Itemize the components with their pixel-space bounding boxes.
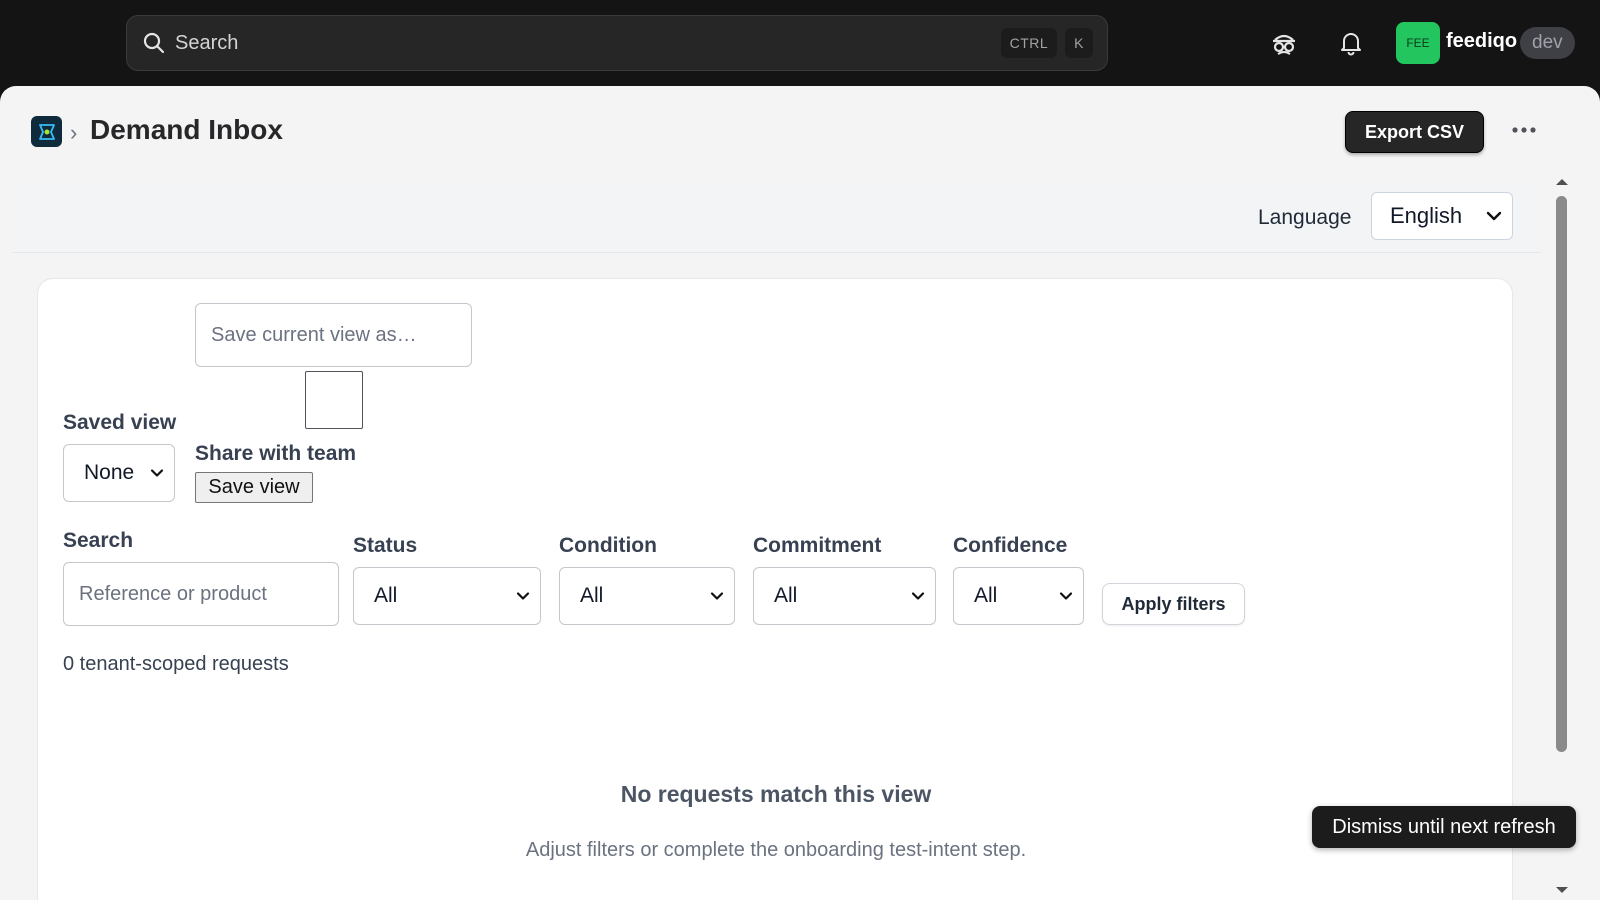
language-select[interactable]: English <box>1371 192 1513 240</box>
scrollbar-thumb[interactable] <box>1556 196 1567 752</box>
scroll-content: Language English Save current view as… S… <box>13 181 1541 900</box>
language-selected-value: English <box>1390 203 1463 228</box>
chevron-down-icon <box>911 592 925 601</box>
commitment-selected-value: All <box>774 584 798 607</box>
empty-state-title: No requests match this view <box>620 781 932 807</box>
share-with-team-checkbox[interactable] <box>305 371 363 429</box>
demand-card: Save current view as… Saved view None Sh… <box>37 278 1513 900</box>
apply-filters-button[interactable]: Apply filters <box>1102 583 1245 625</box>
save-view-name-input[interactable]: Save current view as… <box>195 303 472 367</box>
page-title: Demand Inbox <box>90 114 283 145</box>
bell-icon[interactable] <box>1334 26 1368 60</box>
request-count: 0 tenant-scoped requests <box>63 653 289 675</box>
language-label: Language <box>1258 206 1352 229</box>
commitment-select[interactable]: All <box>753 567 936 625</box>
chevron-down-icon <box>150 469 164 478</box>
env-badge: dev <box>1520 27 1575 59</box>
ellipsis-icon[interactable] <box>1510 116 1538 144</box>
incognito-icon[interactable] <box>1267 26 1301 60</box>
vertical-scrollbar[interactable] <box>1551 174 1575 900</box>
share-with-team-label: Share with team <box>195 442 357 465</box>
confidence-selected-value: All <box>974 584 998 607</box>
dismiss-toast[interactable]: Dismiss until next refresh <box>1312 806 1576 848</box>
org-name[interactable]: feediqo <box>1446 30 1517 53</box>
chevron-down-icon <box>1059 592 1073 601</box>
condition-label: Condition <box>559 534 657 557</box>
save-view-button[interactable]: Save view <box>195 472 313 503</box>
avatar[interactable]: FEE <box>1396 22 1440 64</box>
confidence-label: Confidence <box>953 534 1068 557</box>
search-label: Search <box>63 529 134 552</box>
status-label: Status <box>353 534 418 557</box>
global-search-bar[interactable]: Search CTRL K <box>126 15 1108 71</box>
chevron-down-icon <box>516 592 530 601</box>
shortcut-key-ctrl: CTRL <box>1000 28 1058 58</box>
saved-view-label: Saved view <box>63 411 177 434</box>
search-input-placeholder: Reference or product <box>79 582 267 605</box>
search-input[interactable]: Reference or product <box>63 562 339 626</box>
condition-selected-value: All <box>580 584 604 607</box>
breadcrumb-separator: › <box>70 120 78 145</box>
app-logo-icon[interactable] <box>31 116 62 147</box>
export-csv-button[interactable]: Export CSV <box>1345 111 1484 153</box>
condition-select[interactable]: All <box>559 567 735 625</box>
main-panel: › Demand Inbox Export CSV Language Engli… <box>0 86 1600 900</box>
saved-view-selected-value: None <box>84 461 135 484</box>
scroll-up-icon[interactable] <box>1554 174 1570 192</box>
top-bar: Search CTRL K FEE feediqo dev <box>0 0 1600 86</box>
confidence-select[interactable]: All <box>953 567 1084 625</box>
shortcut-key-k: K <box>1065 28 1093 58</box>
commitment-label: Commitment <box>753 534 882 557</box>
language-bar: Language English <box>13 181 1541 253</box>
status-select[interactable]: All <box>353 567 541 625</box>
search-icon <box>143 32 165 54</box>
status-selected-value: All <box>374 584 398 607</box>
scroll-down-icon[interactable] <box>1554 882 1570 900</box>
global-search-placeholder: Search <box>175 31 239 54</box>
chevron-down-icon <box>710 592 724 601</box>
saved-view-select[interactable]: None <box>63 444 175 502</box>
chevron-down-icon <box>1486 211 1502 221</box>
save-view-name-placeholder: Save current view as… <box>211 323 417 346</box>
empty-state-subtitle: Adjust filters or complete the onboardin… <box>525 839 1027 861</box>
